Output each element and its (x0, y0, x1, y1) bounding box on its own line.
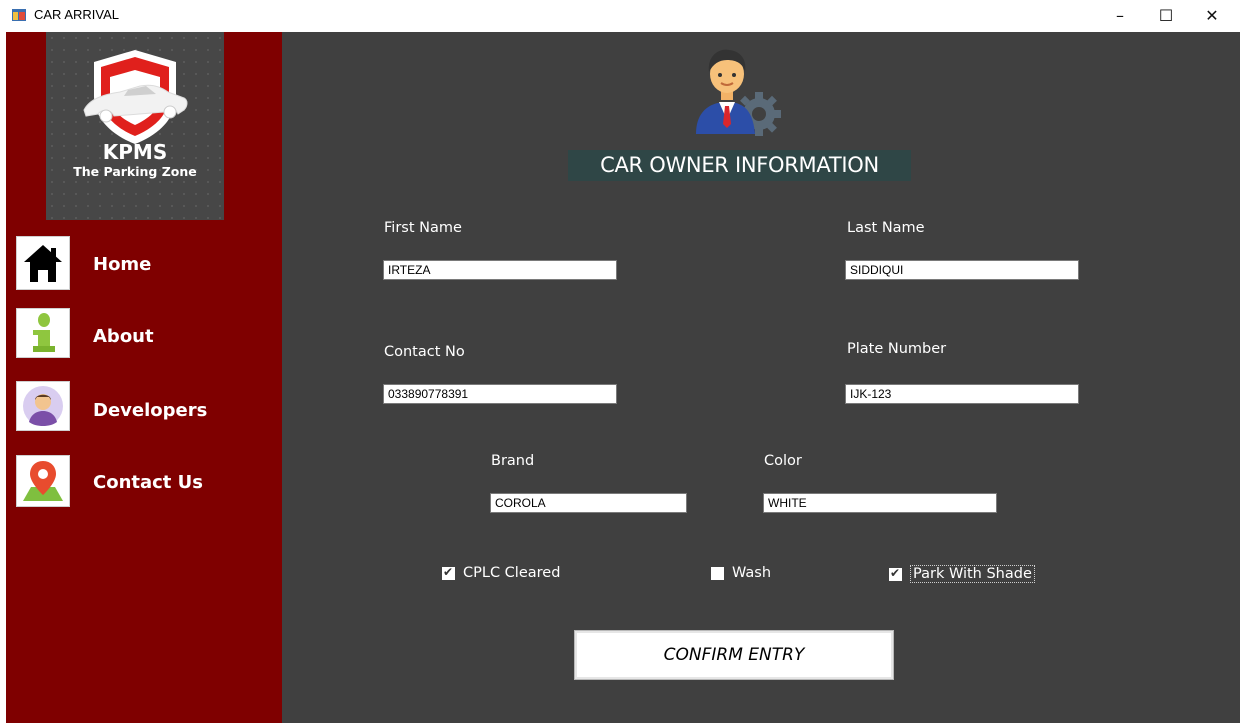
title-bar: CAR ARRIVAL – ☐ ✕ (0, 0, 1245, 32)
close-button[interactable]: ✕ (1189, 0, 1235, 30)
color-label: Color (764, 453, 802, 469)
confirm-entry-button[interactable]: CONFIRM ENTRY (574, 630, 894, 680)
sidebar-item-developers[interactable]: Developers (16, 381, 272, 437)
first-name-input[interactable] (383, 260, 617, 280)
sidebar-item-label: Contact Us (93, 472, 204, 493)
sidebar: KPMS The Parking Zone Home About Develop… (6, 32, 282, 723)
wash-checkbox[interactable]: Wash (711, 565, 771, 581)
sidebar-item-label: Home (93, 254, 152, 275)
park-with-shade-checkbox[interactable]: ✔ Park With Shade (889, 565, 1035, 583)
shield-car-logo-icon (83, 50, 188, 144)
checkbox-checked-icon: ✔ (442, 564, 455, 580)
car-owner-gear-icon (696, 49, 781, 136)
sidebar-item-home[interactable]: Home (16, 236, 272, 292)
minimize-icon: – (1116, 5, 1124, 25)
info-icon (16, 308, 70, 358)
page-title: CAR OWNER INFORMATION (568, 150, 911, 181)
sidebar-item-contact-us[interactable]: Contact Us (16, 455, 272, 511)
brand-input[interactable] (490, 493, 687, 513)
minimize-button[interactable]: – (1097, 0, 1143, 30)
first-name-label: First Name (384, 220, 462, 236)
checkbox-checked-icon: ✔ (889, 565, 902, 581)
sidebar-item-about[interactable]: About (16, 308, 272, 364)
app-window-icon (12, 9, 26, 21)
sidebar-item-label: Developers (93, 400, 208, 421)
developer-avatar-icon (16, 381, 70, 431)
logo-subtitle: The Parking Zone (73, 164, 197, 179)
last-name-input[interactable] (845, 260, 1079, 280)
logo-title: KPMS (102, 140, 168, 164)
window-title: CAR ARRIVAL (34, 7, 120, 22)
color-input[interactable] (763, 493, 997, 513)
last-name-label: Last Name (847, 220, 925, 236)
main-panel: CAR OWNER INFORMATION First Name Last Na… (282, 32, 1240, 723)
checkbox-label: Wash (732, 565, 772, 581)
maximize-button[interactable]: ☐ (1143, 0, 1189, 30)
plate-number-input[interactable] (845, 384, 1079, 404)
close-icon: ✕ (1205, 5, 1219, 25)
house-icon (16, 236, 70, 290)
plate-number-label: Plate Number (847, 341, 947, 357)
checkbox-label: CPLC Cleared (463, 565, 561, 581)
brand-label: Brand (491, 453, 535, 469)
checkbox-unchecked-icon (711, 566, 724, 580)
contact-no-label: Contact No (384, 344, 465, 360)
sidebar-item-label: About (93, 326, 154, 347)
contact-no-input[interactable] (383, 384, 617, 404)
map-pin-icon (16, 455, 70, 507)
checkbox-label: Park With Shade (910, 565, 1035, 583)
logo-panel: KPMS The Parking Zone (46, 32, 224, 220)
cplc-cleared-checkbox[interactable]: ✔ CPLC Cleared (442, 565, 560, 581)
maximize-icon: ☐ (1158, 5, 1174, 25)
